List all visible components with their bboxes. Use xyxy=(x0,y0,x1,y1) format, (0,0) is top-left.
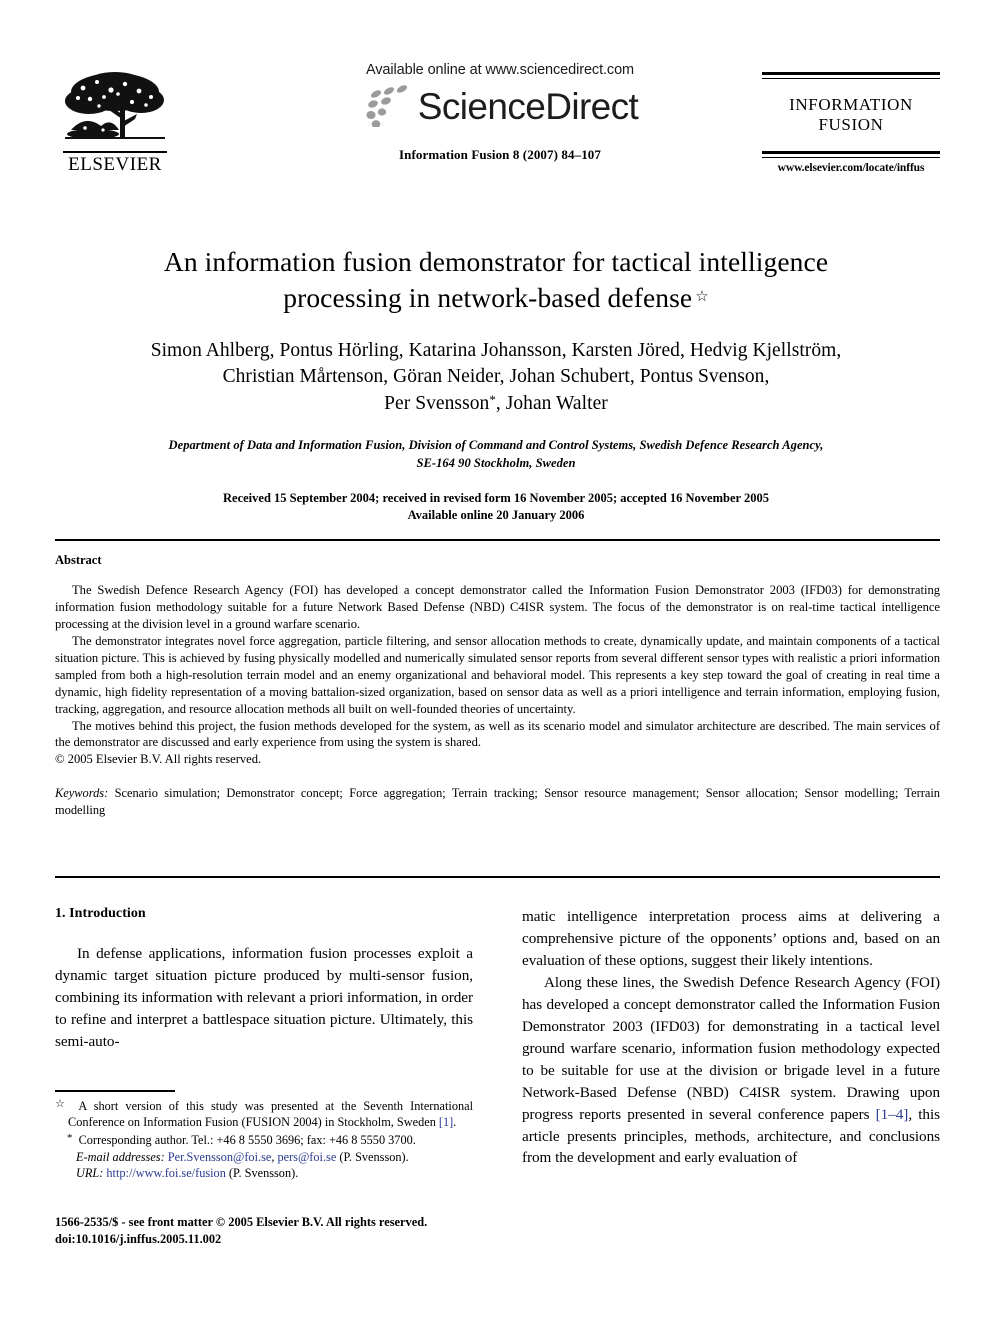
sciencedirect-wordmark: ScienceDirect xyxy=(417,85,639,127)
affiliation-line-2: SE-164 90 Stockholm, Sweden xyxy=(416,455,576,470)
journal-homepage-url[interactable]: www.elsevier.com/locate/inffus xyxy=(762,162,940,174)
masthead: ELSEVIER Available online at www.science… xyxy=(55,62,940,202)
body-paragraph: In defense applications, information fus… xyxy=(55,945,473,1050)
footnote-corr-text: Corresponding author. Tel.: +46 8 5550 3… xyxy=(75,1132,416,1147)
keywords-bottom-divider xyxy=(55,876,940,878)
footnote-star-text-end: . xyxy=(453,1115,457,1130)
title-area: An information fusion demonstrator for t… xyxy=(70,244,922,525)
journal-article-first-page: ELSEVIER Available online at www.science… xyxy=(0,0,992,1323)
sciencedirect-dots-icon xyxy=(366,85,407,127)
footnote-star-marker: ☆ xyxy=(55,1097,69,1110)
journal-name-line-1: INFORMATION xyxy=(789,95,913,114)
citation-link-1-4[interactable]: [1–4] xyxy=(876,1106,909,1123)
publication-history: Received 15 September 2004; received in … xyxy=(70,490,922,525)
paper-title-line-2: processing in network-based defense xyxy=(283,281,693,313)
abstract-top-divider xyxy=(55,539,940,541)
author-homepage-link[interactable]: http://www.foi.se/fusion xyxy=(106,1166,225,1180)
journal-name: INFORMATION FUSION xyxy=(762,95,940,134)
footnote-corresponding-author: * Corresponding author. Tel.: +46 8 5550… xyxy=(55,1131,473,1149)
sciencedirect-logo: ScienceDirect xyxy=(280,82,720,130)
footnote-star: ☆ A short version of this study was pres… xyxy=(55,1097,473,1131)
journal-title-block: INFORMATION FUSION www.elsevier.com/loca… xyxy=(762,72,940,174)
imprint-block: 1566-2535/$ - see front matter © 2005 El… xyxy=(55,1214,485,1249)
footnote-block: ☆ A short version of this study was pres… xyxy=(55,1090,473,1182)
abstract-copyright: © 2005 Elsevier B.V. All rights reserved… xyxy=(55,752,262,767)
author-line-1: Simon Ahlberg, Pontus Hörling, Katarina … xyxy=(150,339,842,361)
title-footnote-marker: ☆ xyxy=(695,288,709,305)
abstract-paragraph: The demonstrator integrates novel force … xyxy=(55,633,940,716)
doi-line[interactable]: doi:10.1016/j.inffus.2005.11.002 xyxy=(55,1231,485,1248)
email-link-secondary[interactable]: pers@foi.se xyxy=(277,1150,336,1164)
footnote-divider xyxy=(55,1090,175,1092)
body-paragraph: matic intelligence interpretation proces… xyxy=(522,908,940,969)
author-line-3-post: , Johan Walter xyxy=(495,393,608,415)
footnote-email: E-mail addresses: Per.Svensson@foi.se, p… xyxy=(55,1149,473,1166)
column-left: 1. Introduction In defense applications,… xyxy=(55,906,473,1053)
history-available-online-line: Available online 20 January 2006 xyxy=(407,508,585,523)
affiliation: Department of Data and Information Fusio… xyxy=(70,437,922,473)
history-received-line: Received 15 September 2004; received in … xyxy=(223,490,769,505)
journal-rule-bottom-thin xyxy=(762,156,940,159)
page-title: An information fusion demonstrator for t… xyxy=(70,244,922,316)
keywords-label: Keywords: xyxy=(55,786,109,801)
elsevier-tree-icon xyxy=(65,72,165,139)
keywords-text: Scenario simulation; Demonstrator concep… xyxy=(55,786,940,817)
journal-rule-top-thin xyxy=(762,77,940,79)
paper-title-line-1: An information fusion demonstrator for t… xyxy=(163,246,829,277)
journal-rule-top-thick xyxy=(762,72,940,75)
body-text-part-1: Along these lines, the Swedish Defence R… xyxy=(522,973,940,1123)
journal-volume-reference: Information Fusion 8 (2007) 84–107 xyxy=(398,147,602,162)
url-suffix: (P. Svensson). xyxy=(225,1166,299,1181)
author-list: Simon Ahlberg, Pontus Hörling, Katarina … xyxy=(70,338,922,419)
footnote-star-text: A short version of this study was presen… xyxy=(68,1098,473,1130)
abstract-paragraph: The Swedish Defence Research Agency (FOI… xyxy=(55,583,940,631)
keywords: Keywords: Scenario simulation; Demonstra… xyxy=(55,785,940,818)
elsevier-wordmark: ELSEVIER xyxy=(68,154,162,175)
affiliation-line-1: Department of Data and Information Fusio… xyxy=(168,438,824,453)
abstract-paragraph: The motives behind this project, the fus… xyxy=(55,718,940,752)
section-heading-introduction: 1. Introduction xyxy=(55,906,146,921)
abstract-section: Abstract The Swedish Defence Research Ag… xyxy=(55,553,940,819)
url-label: URL: xyxy=(76,1166,104,1181)
elsevier-logo-rule xyxy=(63,151,167,153)
available-online-text: Available online at www.sciencedirect.co… xyxy=(365,62,635,78)
sciencedirect-block: Available online at www.sciencedirect.co… xyxy=(280,62,720,163)
email-addresses-label: E-mail addresses: xyxy=(76,1149,165,1164)
journal-name-line-2: FUSION xyxy=(818,114,884,134)
column-right: matic intelligence interpretation proces… xyxy=(522,906,940,1169)
email-link-primary[interactable]: Per.Svensson@foi.se xyxy=(168,1150,272,1164)
author-line-3-pre: Per Svensson xyxy=(384,393,490,415)
abstract-paragraph-text: The motives behind this project, the fus… xyxy=(55,718,940,750)
body-paragraph: Along these lines, the Swedish Defence R… xyxy=(522,972,940,1170)
elsevier-publisher-logo: ELSEVIER xyxy=(55,70,175,174)
citation-link-1[interactable]: [1] xyxy=(439,1115,453,1129)
issn-copyright-line: 1566-2535/$ - see front matter © 2005 El… xyxy=(55,1215,428,1229)
email-suffix: (P. Svensson). xyxy=(336,1149,409,1164)
journal-rule-bottom-thick xyxy=(762,151,940,155)
author-line-2: Christian Mårtenson, Göran Neider, Johan… xyxy=(222,366,770,388)
footnote-corr-marker: * xyxy=(67,1131,73,1144)
abstract-heading: Abstract xyxy=(55,553,102,567)
footnote-url: URL: http://www.foi.se/fusion (P. Svenss… xyxy=(55,1165,473,1182)
